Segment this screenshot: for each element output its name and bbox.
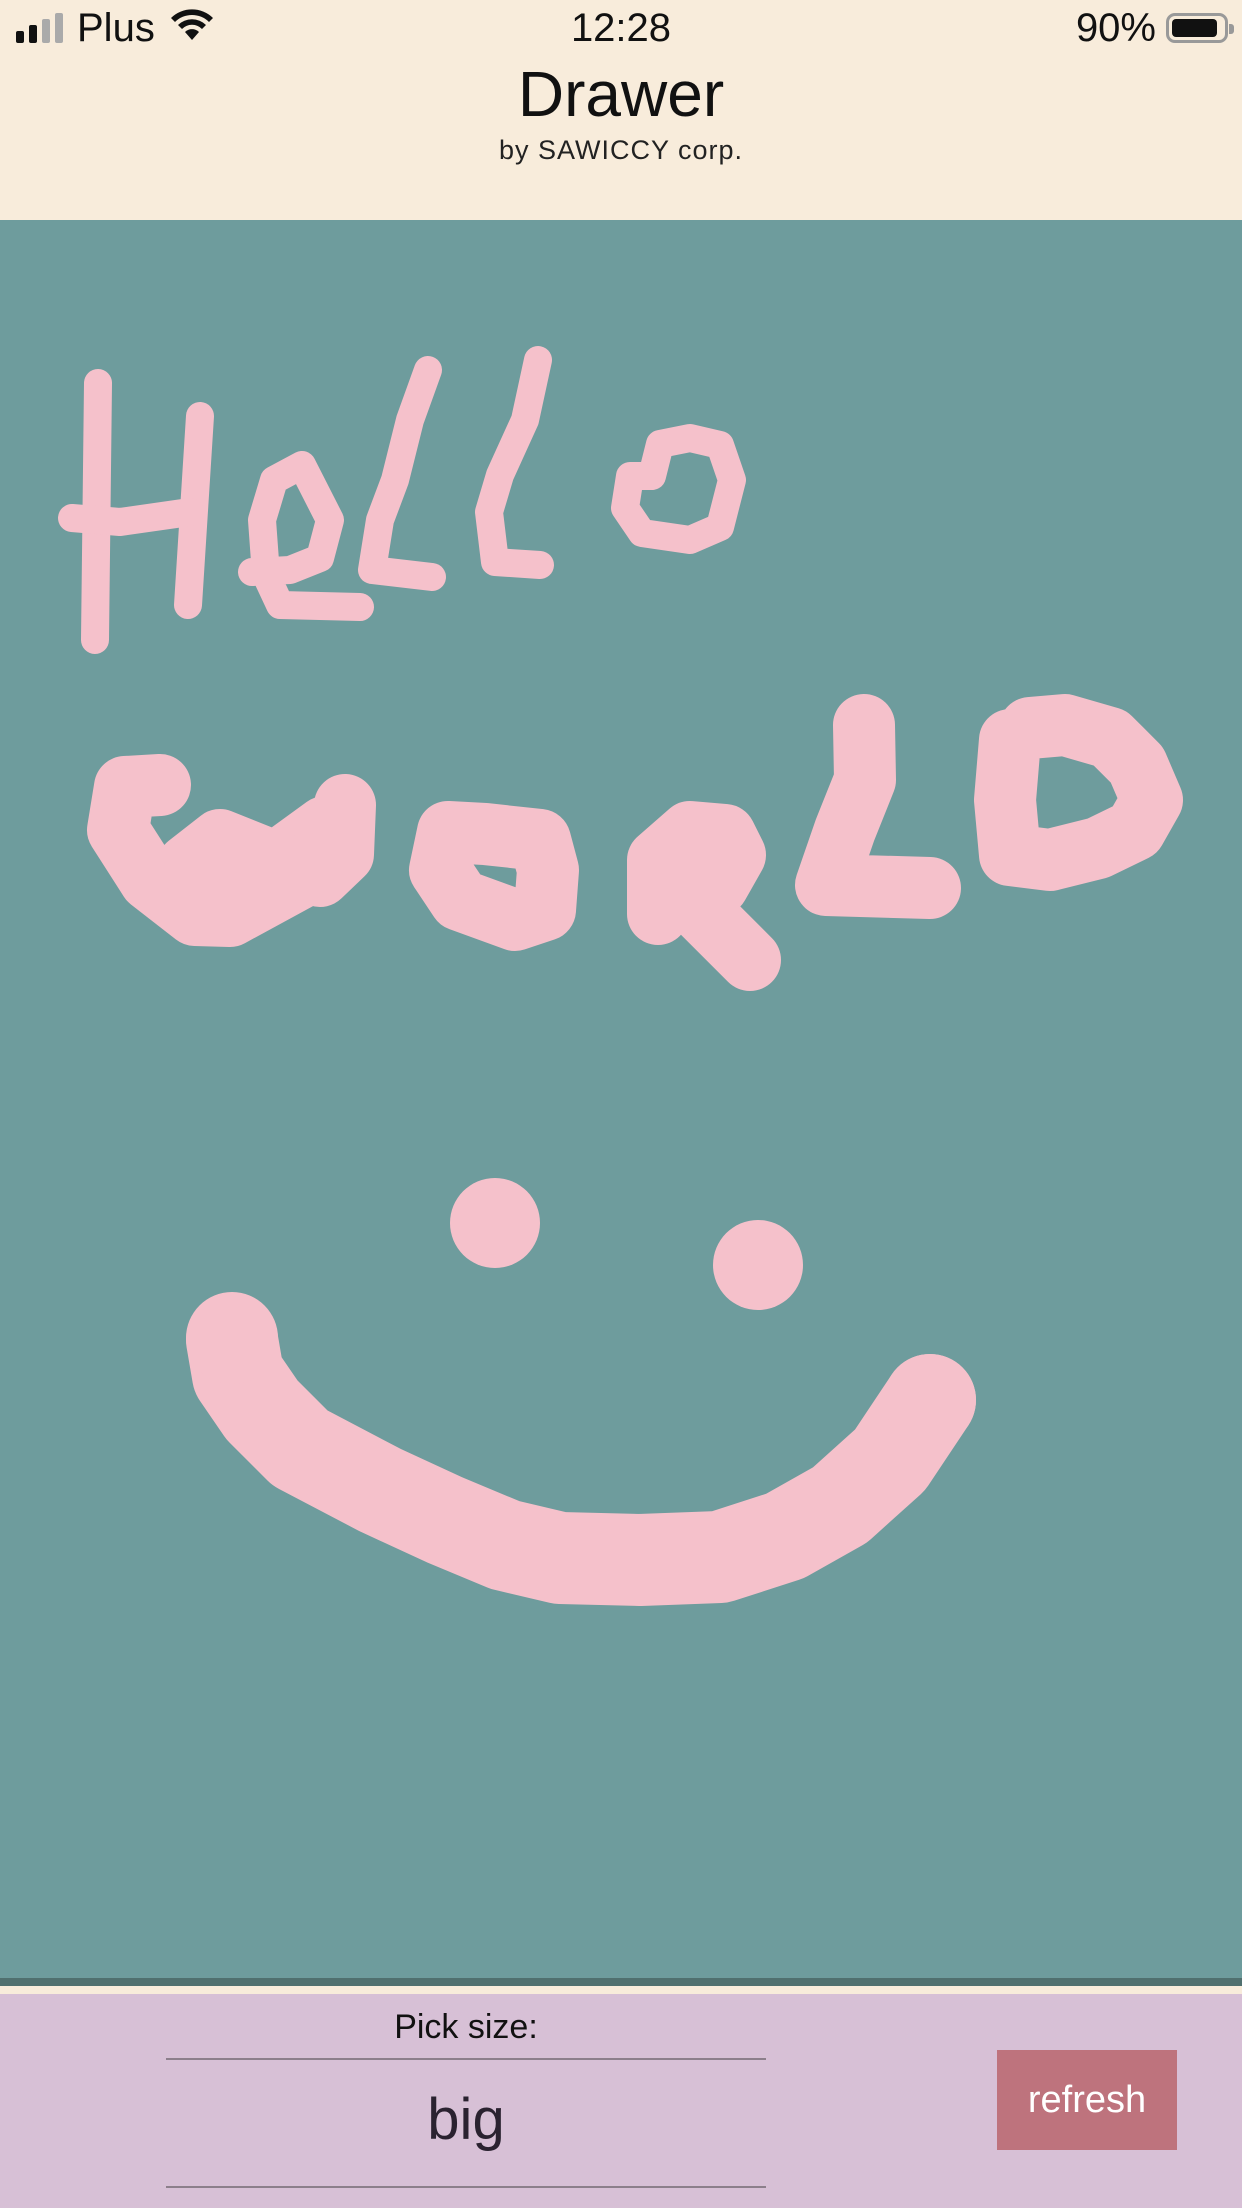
- drawing-eye-right: [713, 1220, 803, 1310]
- refresh-button[interactable]: refresh: [997, 2050, 1177, 2150]
- drawing-smile: [186, 1294, 976, 1606]
- picker-bottom-divider: [166, 2186, 766, 2188]
- controls-panel: Pick size: big refresh: [0, 1994, 1242, 2208]
- status-right: 90%: [1075, 5, 1234, 50]
- battery-percentage: 90%: [1075, 5, 1156, 50]
- app-subtitle: by SAWICCY corp.: [498, 135, 744, 165]
- size-picker-label: Pick size:: [394, 2008, 538, 2046]
- drawer-app: Plus 12:28 90% Drawer by SAWICCY corp. P…: [0, 0, 1242, 2208]
- battery-level: [1172, 19, 1217, 37]
- size-picker[interactable]: big: [166, 2086, 766, 2153]
- drawing-world: [87, 694, 1183, 991]
- battery-icon: [1166, 13, 1234, 43]
- app-header: Drawer by SAWICCY corp.: [0, 56, 1242, 220]
- canvas-drawing[interactable]: [0, 220, 1242, 1978]
- drawing-hello: [58, 346, 746, 654]
- app-title: Drawer: [517, 58, 725, 130]
- drawing-canvas[interactable]: [0, 220, 1242, 1986]
- status-bar: Plus 12:28 90%: [0, 0, 1242, 60]
- status-time: 12:28: [570, 6, 672, 50]
- drawing-eye-left: [450, 1178, 540, 1268]
- picker-top-divider: [166, 2058, 766, 2060]
